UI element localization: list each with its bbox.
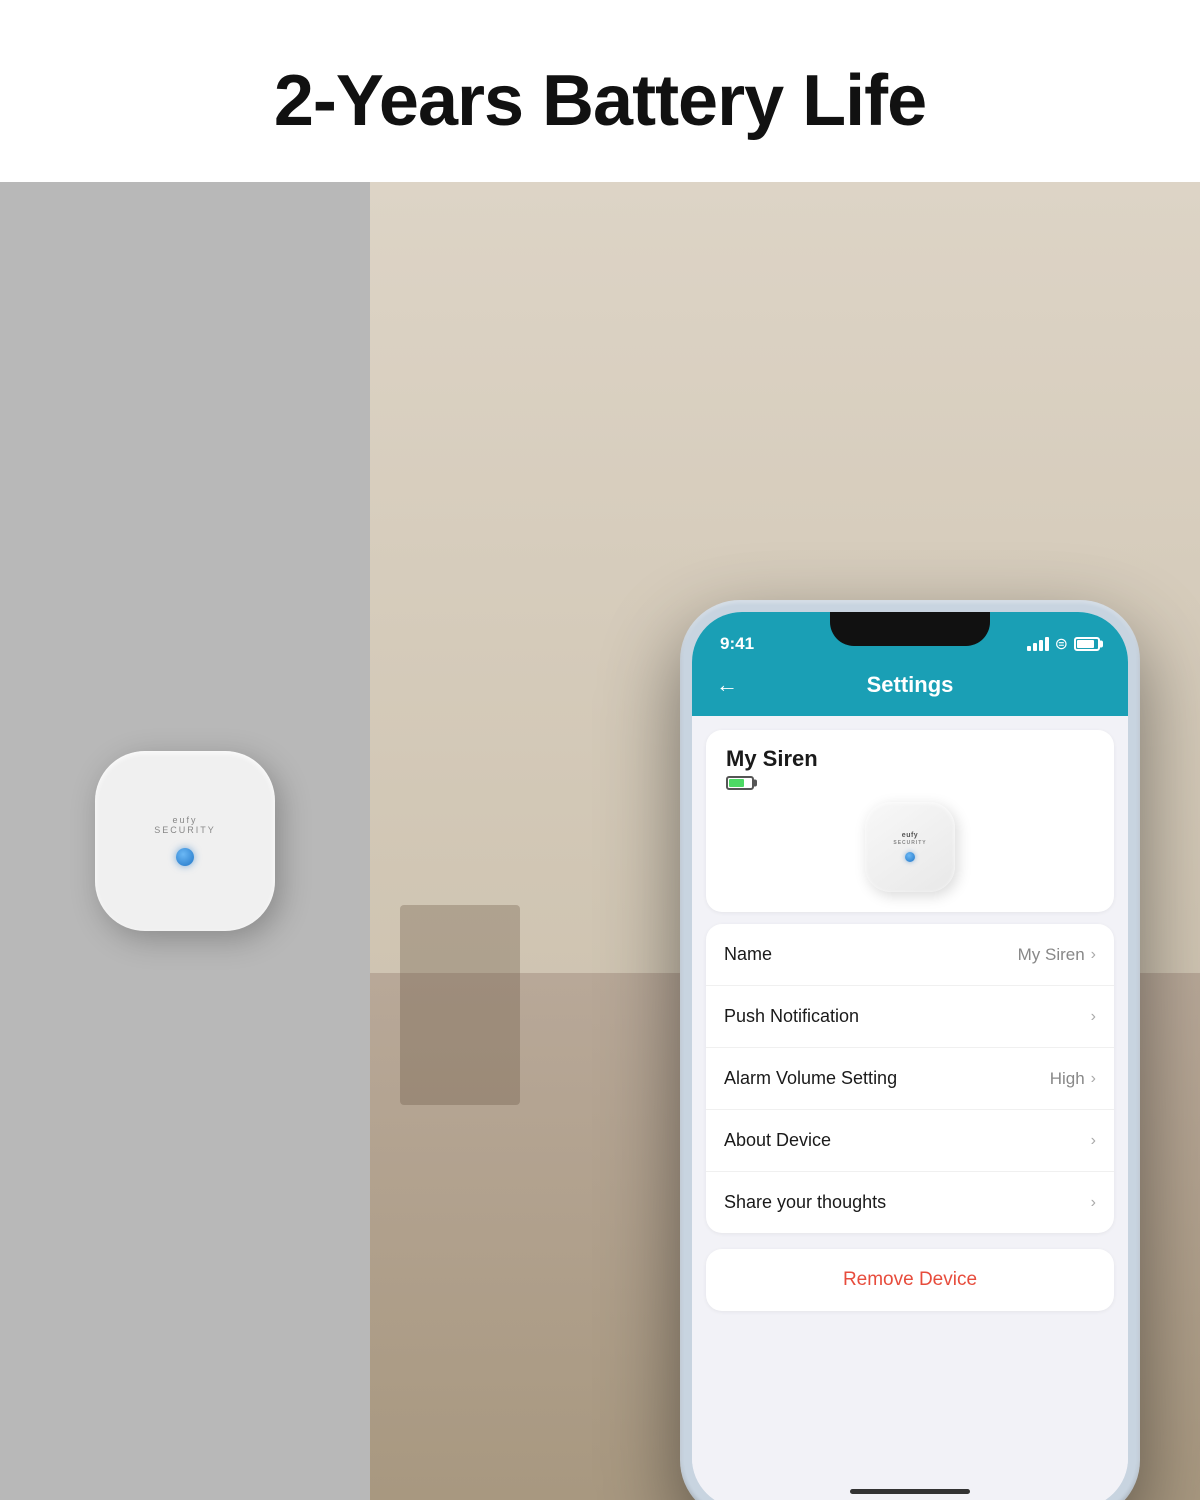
device-card: My Siren eufySECURITY bbox=[706, 730, 1114, 912]
device-body: eufy SECURITY bbox=[95, 751, 275, 931]
settings-row-share[interactable]: Share your thoughts › bbox=[706, 1172, 1114, 1233]
settings-row-alarm[interactable]: Alarm Volume Setting High › bbox=[706, 1048, 1114, 1110]
chevron-icon-about: › bbox=[1091, 1132, 1096, 1150]
remove-section: Remove Device bbox=[706, 1249, 1114, 1311]
left-panel: eufy SECURITY bbox=[0, 182, 370, 1500]
settings-row-name[interactable]: Name My Siren › bbox=[706, 924, 1114, 986]
remove-device-button[interactable]: Remove Device bbox=[706, 1249, 1114, 1311]
chevron-icon-push: › bbox=[1091, 1008, 1096, 1026]
thumb-device: eufySECURITY bbox=[865, 802, 955, 892]
row-right-push: › bbox=[1091, 1008, 1096, 1026]
device-thumbnail: eufySECURITY bbox=[726, 802, 1094, 892]
status-icons: ⊜ bbox=[1027, 634, 1100, 654]
brand-sub: SECURITY bbox=[154, 826, 216, 836]
device-brand-label: eufy SECURITY bbox=[154, 816, 216, 836]
signal-icon bbox=[1027, 637, 1049, 651]
status-time: 9:41 bbox=[720, 634, 754, 654]
row-right-share: › bbox=[1091, 1194, 1096, 1212]
home-indicator bbox=[850, 1489, 970, 1494]
page-title: Settings bbox=[867, 672, 954, 698]
chevron-icon-alarm: › bbox=[1091, 1070, 1096, 1088]
row-label-alarm: Alarm Volume Setting bbox=[724, 1068, 897, 1089]
app-header: ← Settings bbox=[692, 662, 1128, 716]
device-name: My Siren bbox=[726, 746, 818, 772]
thumb-brand: eufySECURITY bbox=[893, 832, 926, 846]
device-led bbox=[176, 848, 194, 866]
chevron-icon-name: › bbox=[1091, 946, 1096, 964]
headline-section: 2-Years Battery Life bbox=[0, 0, 1200, 182]
thumb-led bbox=[905, 852, 915, 862]
row-right-about: › bbox=[1091, 1132, 1096, 1150]
row-label-about: About Device bbox=[724, 1130, 831, 1151]
wall-device: eufy SECURITY bbox=[95, 751, 275, 931]
battery-body bbox=[726, 776, 754, 790]
main-wrapper: 2-Years Battery Life eufy SECURITY bbox=[0, 0, 1200, 1500]
battery-icon bbox=[1074, 637, 1100, 651]
settings-list: Name My Siren › Push Notification bbox=[706, 924, 1114, 1233]
settings-row-about[interactable]: About Device › bbox=[706, 1110, 1114, 1172]
home-bar bbox=[692, 1474, 1128, 1500]
row-right-name: My Siren › bbox=[1018, 945, 1096, 965]
phone-outer: 9:41 ⊜ bbox=[680, 600, 1140, 1500]
row-label-name: Name bbox=[724, 944, 772, 965]
row-value-name: My Siren bbox=[1018, 945, 1085, 965]
battery-indicator bbox=[726, 776, 754, 790]
phone-screen: 9:41 ⊜ bbox=[692, 612, 1128, 1500]
room-furniture bbox=[400, 905, 520, 1105]
chevron-icon-share: › bbox=[1091, 1194, 1096, 1212]
app-content: My Siren eufySECURITY bbox=[692, 716, 1128, 1474]
row-label-push: Push Notification bbox=[724, 1006, 859, 1027]
wifi-icon: ⊜ bbox=[1055, 634, 1068, 654]
headline-text: 2-Years Battery Life bbox=[274, 60, 926, 142]
scene: eufy SECURITY bbox=[0, 182, 1200, 1500]
right-panel: 9:41 ⊜ bbox=[370, 182, 1200, 1500]
settings-row-push[interactable]: Push Notification › bbox=[706, 986, 1114, 1048]
phone-wrapper: 9:41 ⊜ bbox=[680, 600, 1140, 1500]
row-value-alarm: High bbox=[1050, 1069, 1085, 1089]
row-right-alarm: High › bbox=[1050, 1069, 1096, 1089]
phone-notch bbox=[830, 612, 990, 646]
row-label-share: Share your thoughts bbox=[724, 1192, 886, 1213]
back-button[interactable]: ← bbox=[716, 672, 738, 698]
